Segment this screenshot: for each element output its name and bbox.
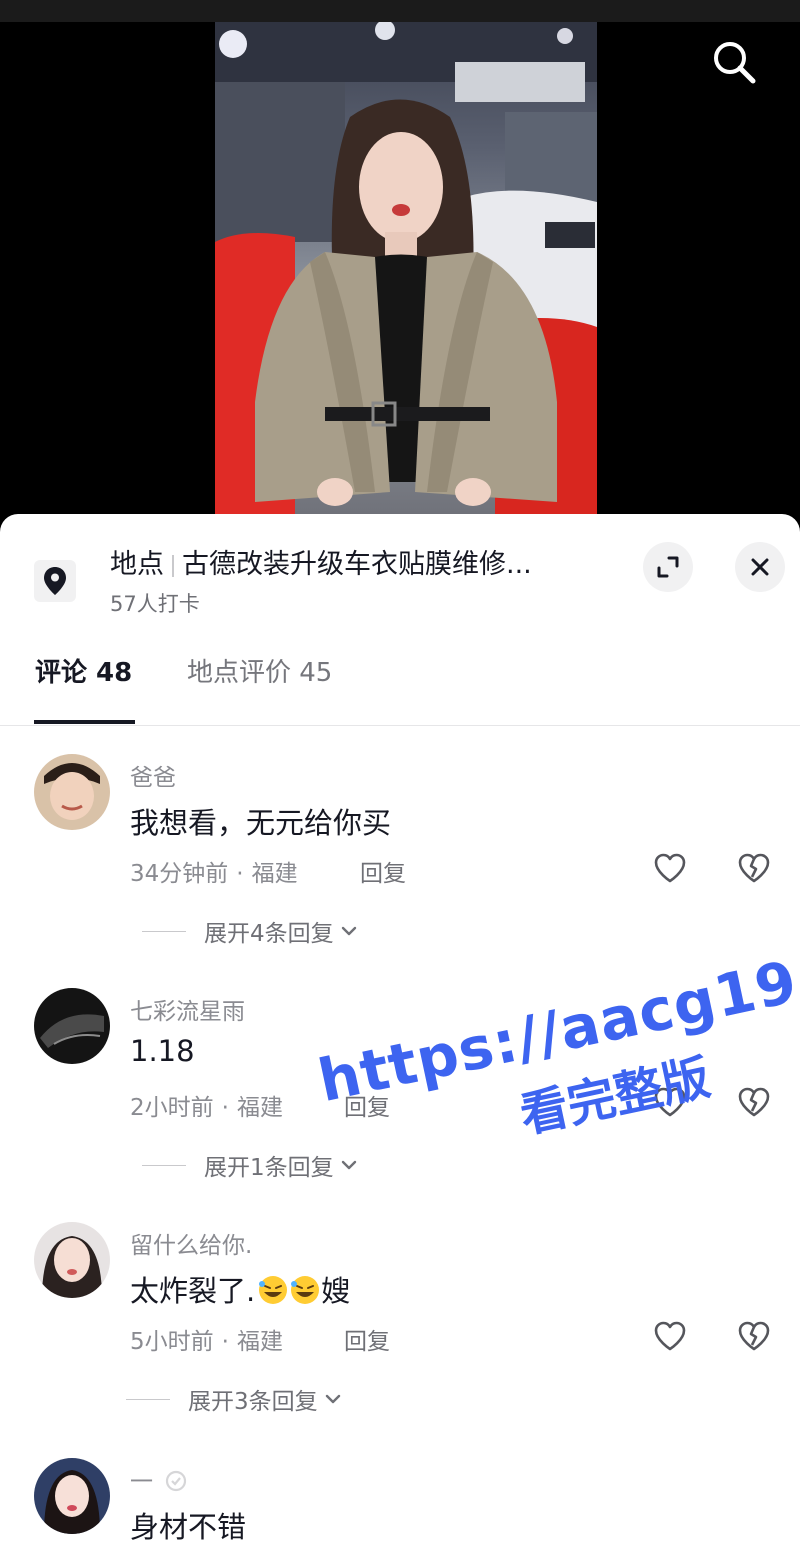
location-checkins: 57人打卡: [110, 592, 200, 616]
laughing-emoji-icon: [257, 1274, 321, 1313]
chevron-down-icon: [341, 926, 356, 936]
avatar[interactable]: [34, 988, 110, 1064]
reply-divider-line: [142, 1164, 186, 1166]
location-pin-icon: [44, 567, 66, 595]
avatar-image: [34, 1222, 110, 1298]
comment-text: 我想看，无元给你买: [130, 806, 392, 840]
reply-divider-line: [126, 1398, 170, 1400]
comment-item: 一 身材不错: [0, 1458, 800, 1561]
emoji-pair: [259, 1276, 320, 1304]
comment-username[interactable]: 七彩流星雨: [130, 992, 245, 1026]
comment-time: 2小时前: [130, 1095, 214, 1121]
avatar-image: [34, 1458, 110, 1534]
reply-divider-line: [142, 930, 186, 932]
like-button[interactable]: [652, 1318, 688, 1354]
video-frame[interactable]: [215, 22, 597, 522]
broken-heart-icon: [738, 853, 770, 883]
search-button[interactable]: [706, 34, 762, 90]
location-name: 古德改装升级车衣贴膜维修...: [182, 549, 532, 580]
comment-time: 34分钟前: [130, 861, 229, 887]
meta-dot: ·: [221, 1329, 229, 1355]
dislike-button[interactable]: [736, 1084, 772, 1120]
avatar[interactable]: [34, 1458, 110, 1534]
video-player[interactable]: [0, 0, 800, 540]
username-text: 一: [130, 1469, 153, 1495]
tab-comments[interactable]: 评论 48: [35, 656, 132, 690]
comment-region: 福建: [251, 861, 298, 887]
comment-text: 1.18: [130, 1034, 195, 1068]
chevron-down-icon: [325, 1394, 340, 1404]
like-button[interactable]: [652, 1084, 688, 1120]
comment-username[interactable]: 爸爸: [130, 758, 176, 792]
comment-text: 身材不错: [130, 1510, 247, 1544]
location-pin-badge: [34, 560, 76, 602]
location-header[interactable]: 地点 古德改装升级车衣贴膜维修... 57人打卡: [0, 514, 800, 624]
dislike-button[interactable]: [736, 850, 772, 886]
expand-replies-button[interactable]: 展开4条回复: [142, 914, 360, 948]
comment-item: 留什么给你. 太炸裂了. 嫂 5小时前 · 福建 回复 展开3条回复: [0, 1222, 800, 1422]
expand-replies-button[interactable]: 展开3条回复: [126, 1382, 344, 1416]
status-bar: [0, 0, 800, 22]
comment-text: 太炸裂了. 嫂: [130, 1268, 350, 1313]
expand-replies-label: 展开4条回复: [204, 921, 334, 947]
tab-location-reviews[interactable]: 地点评价 45: [187, 656, 332, 690]
comment-item: 七彩流星雨 1.18 2小时前 · 福建 回复 展开1条回复: [0, 988, 800, 1188]
comment-sheet: 地点 古德改装升级车衣贴膜维修... 57人打卡 评论 48 地点评价 45 爸…: [0, 514, 800, 1561]
avatar-image: [34, 754, 110, 830]
heart-icon: [654, 1321, 686, 1351]
close-icon: [751, 558, 769, 576]
comment-username[interactable]: 留什么给你.: [130, 1226, 252, 1260]
search-icon: [714, 42, 756, 84]
reply-button[interactable]: 回复: [360, 854, 406, 888]
close-button[interactable]: [735, 542, 785, 592]
tab-bar: 评论 48 地点评价 45: [0, 644, 800, 726]
expand-icon: [657, 556, 679, 578]
comment-meta: 2小时前 · 福建: [130, 1088, 283, 1122]
heart-icon: [654, 1087, 686, 1117]
avatar[interactable]: [34, 754, 110, 830]
avatar-image: [34, 988, 110, 1064]
comment-region: 福建: [236, 1095, 283, 1121]
broken-heart-icon: [738, 1321, 770, 1351]
broken-heart-icon: [738, 1087, 770, 1117]
reply-button[interactable]: 回复: [344, 1088, 390, 1122]
video-thumbnail: [215, 22, 597, 522]
meta-dot: ·: [236, 861, 244, 887]
chevron-down-icon: [341, 1160, 356, 1170]
comment-region: 福建: [236, 1329, 283, 1355]
comment-item: 爸爸 我想看，无元给你买 34分钟前 · 福建 回复 展开4条回复: [0, 754, 800, 954]
heart-icon: [654, 853, 686, 883]
expand-replies-label: 展开3条回复: [188, 1389, 318, 1415]
avatar[interactable]: [34, 1222, 110, 1298]
expand-replies-button[interactable]: 展开1条回复: [142, 1148, 360, 1182]
expand-replies-label: 展开1条回复: [204, 1155, 334, 1181]
comment-text-main: 太炸裂了.: [130, 1274, 256, 1308]
comment-time: 5小时前: [130, 1329, 214, 1355]
dislike-button[interactable]: [736, 1318, 772, 1354]
location-title[interactable]: 地点 古德改装升级车衣贴膜维修...: [110, 546, 620, 584]
meta-dot: ·: [221, 1095, 229, 1121]
comment-meta: 34分钟前 · 福建: [130, 854, 298, 888]
badge-icon: [166, 1470, 187, 1492]
active-tab-indicator: [34, 720, 135, 724]
reply-button[interactable]: 回复: [344, 1322, 390, 1356]
like-button[interactable]: [652, 850, 688, 886]
location-label: 地点: [110, 549, 164, 580]
comment-text-suffix: 嫂: [321, 1274, 351, 1308]
title-divider: [172, 554, 174, 577]
comment-username[interactable]: 一: [130, 1462, 188, 1496]
expand-button[interactable]: [643, 542, 693, 592]
comment-meta: 5小时前 · 福建: [130, 1322, 283, 1356]
